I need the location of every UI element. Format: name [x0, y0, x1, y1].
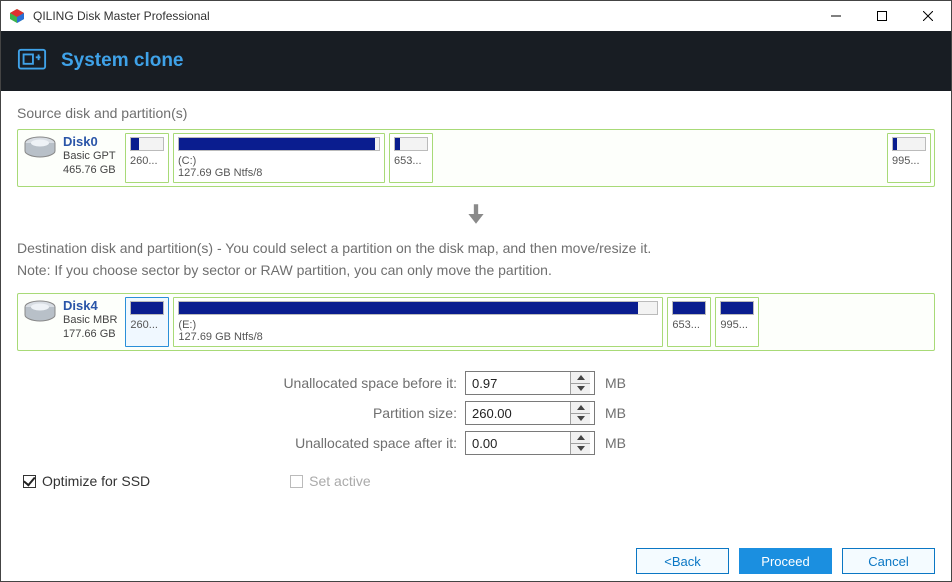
system-clone-icon [17, 46, 47, 76]
source-partition[interactable]: 995... [887, 133, 931, 183]
spin-down-icon[interactable] [571, 384, 590, 395]
source-disk-size: 465.76 GB [63, 163, 116, 177]
space-after-label: Unallocated space after it: [17, 435, 465, 451]
space-before-input[interactable] [465, 371, 595, 395]
destination-partition[interactable]: 260... [125, 297, 169, 347]
space-before-label: Unallocated space before it: [17, 375, 465, 391]
checkbox-icon [290, 475, 303, 488]
destination-disk-type: Basic MBR [63, 313, 117, 327]
page-title: System clone [61, 50, 184, 72]
checkbox-icon [23, 475, 36, 488]
partition-size-label: Partition size: [17, 405, 465, 421]
titlebar: QILING Disk Master Professional [1, 1, 951, 31]
maximize-button[interactable] [859, 1, 905, 31]
spin-down-icon[interactable] [571, 414, 590, 425]
source-disk-name: Disk0 [63, 135, 116, 149]
source-partition[interactable]: 260... [125, 133, 169, 183]
destination-disk-info: Disk4 Basic MBR 177.66 GB [21, 297, 121, 347]
footer: <Back Proceed Cancel [1, 541, 951, 581]
arrow-down-icon [17, 201, 935, 227]
source-disk-info: Disk0 Basic GPT 465.76 GB [21, 133, 121, 183]
destination-disk-size: 177.66 GB [63, 327, 117, 341]
cancel-button[interactable]: Cancel [842, 548, 935, 574]
destination-hint-1: Destination disk and partition(s) - You … [17, 237, 935, 259]
close-button[interactable] [905, 1, 951, 31]
minimize-button[interactable] [813, 1, 859, 31]
back-button[interactable]: <Back [636, 548, 729, 574]
source-partition[interactable]: (C:) 127.69 GB Ntfs/8 [173, 133, 385, 183]
destination-partition[interactable]: (E:) 127.69 GB Ntfs/8 [173, 297, 663, 347]
source-section-label: Source disk and partition(s) [17, 105, 935, 121]
source-disk-type: Basic GPT [63, 149, 116, 163]
spin-down-icon[interactable] [571, 444, 590, 455]
destination-partition[interactable]: 653... [667, 297, 711, 347]
space-after-input[interactable] [465, 431, 595, 455]
partition-size-input[interactable] [465, 401, 595, 425]
unit-label: MB [605, 435, 626, 451]
destination-disk-name: Disk4 [63, 299, 117, 313]
spin-up-icon[interactable] [571, 372, 590, 384]
window-title: QILING Disk Master Professional [33, 9, 813, 23]
optimize-ssd-checkbox[interactable]: Optimize for SSD [23, 473, 150, 489]
proceed-button[interactable]: Proceed [739, 548, 832, 574]
unit-label: MB [605, 405, 626, 421]
app-logo-icon [9, 8, 25, 24]
hdd-icon [23, 135, 57, 161]
spin-up-icon[interactable] [571, 402, 590, 414]
unit-label: MB [605, 375, 626, 391]
destination-disk-strip: Disk4 Basic MBR 177.66 GB 260... (E:) 12… [17, 293, 935, 351]
source-partition[interactable]: 653... [389, 133, 433, 183]
set-active-checkbox: Set active [290, 473, 370, 489]
destination-hint-2: Note: If you choose sector by sector or … [17, 259, 935, 281]
hdd-icon [23, 299, 57, 325]
destination-partition[interactable]: 995... [715, 297, 759, 347]
spin-up-icon[interactable] [571, 432, 590, 444]
source-disk-strip: Disk0 Basic GPT 465.76 GB 260... (C:) 12… [17, 129, 935, 187]
page-header: System clone [1, 31, 951, 91]
